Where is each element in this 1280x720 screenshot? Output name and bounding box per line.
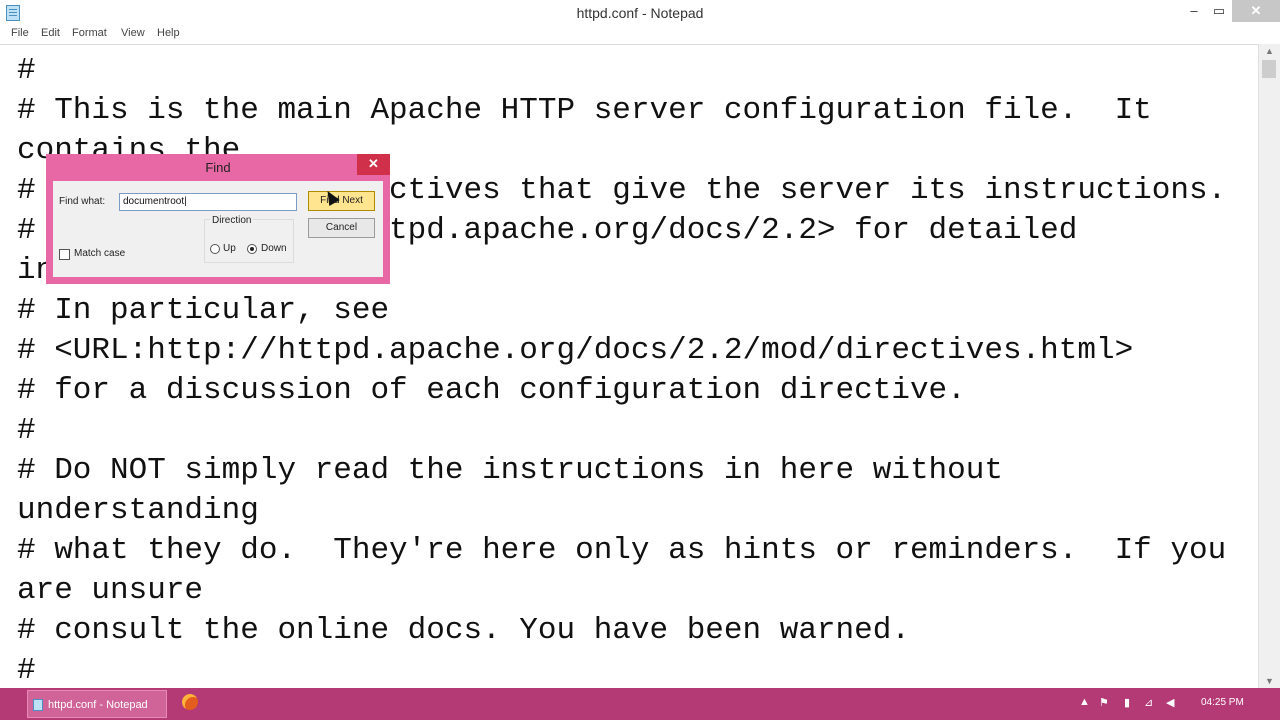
cancel-button[interactable]: Cancel bbox=[308, 218, 375, 238]
editor-content[interactable]: # # This is the main Apache HTTP server … bbox=[17, 51, 1226, 689]
menu-edit[interactable]: Edit bbox=[41, 27, 60, 39]
battery-icon[interactable]: ▮ bbox=[1124, 696, 1130, 709]
network-icon[interactable]: ⊿ bbox=[1144, 696, 1153, 709]
title-bar[interactable]: httpd.conf - Notepad – ▭ ✕ bbox=[0, 0, 1280, 25]
firefox-icon[interactable] bbox=[182, 694, 198, 710]
menu-file[interactable]: File bbox=[11, 27, 29, 39]
menu-bar: File Edit Format View Help bbox=[0, 25, 1280, 44]
flag-icon[interactable]: ⚑ bbox=[1099, 696, 1109, 709]
taskbar-notepad-label: httpd.conf - Notepad bbox=[48, 699, 148, 711]
window-title: httpd.conf - Notepad bbox=[576, 5, 704, 21]
find-dialog: Find ✕ Find what: documentroot Find Next… bbox=[46, 154, 390, 284]
minimize-button[interactable]: – bbox=[1180, 0, 1208, 22]
text-editor[interactable]: # # This is the main Apache HTTP server … bbox=[0, 44, 1258, 689]
match-case-checkbox[interactable] bbox=[59, 249, 70, 260]
clock[interactable]: 04:25 PM bbox=[1201, 697, 1244, 708]
close-button[interactable]: ✕ bbox=[1232, 0, 1280, 22]
match-case-label: Match case bbox=[74, 248, 126, 259]
scroll-down-arrow-icon[interactable]: ▼ bbox=[1259, 674, 1280, 688]
menu-view[interactable]: View bbox=[121, 27, 145, 39]
direction-label: Direction bbox=[210, 215, 254, 226]
maximize-button[interactable]: ▭ bbox=[1205, 0, 1233, 22]
menu-help[interactable]: Help bbox=[157, 27, 180, 39]
find-next-button[interactable]: Find Next bbox=[308, 191, 375, 211]
menu-format[interactable]: Format bbox=[72, 27, 107, 39]
taskbar-notepad-button[interactable]: httpd.conf - Notepad bbox=[27, 690, 167, 718]
scroll-up-arrow-icon[interactable]: ▲ bbox=[1259, 44, 1280, 58]
direction-up-label: Up bbox=[223, 243, 236, 254]
direction-down-radio[interactable] bbox=[247, 244, 257, 254]
volume-icon[interactable]: ◀ bbox=[1166, 696, 1174, 709]
find-what-input[interactable]: documentroot bbox=[119, 193, 297, 211]
vertical-scrollbar[interactable]: ▲ ▼ bbox=[1258, 44, 1280, 688]
scrollbar-thumb[interactable] bbox=[1262, 60, 1276, 78]
find-dialog-title: Find bbox=[205, 160, 231, 175]
tray-expand-icon[interactable]: ▲ bbox=[1079, 696, 1090, 708]
find-dialog-close-button[interactable]: ✕ bbox=[357, 154, 390, 175]
taskbar: httpd.conf - Notepad ▲ ⚑ ▮ ⊿ ◀ 04:25 PM bbox=[0, 688, 1280, 720]
direction-down-label: Down bbox=[261, 243, 287, 254]
direction-up-radio[interactable] bbox=[210, 244, 220, 254]
notepad-icon bbox=[33, 699, 43, 711]
find-what-label: Find what: bbox=[59, 196, 106, 207]
